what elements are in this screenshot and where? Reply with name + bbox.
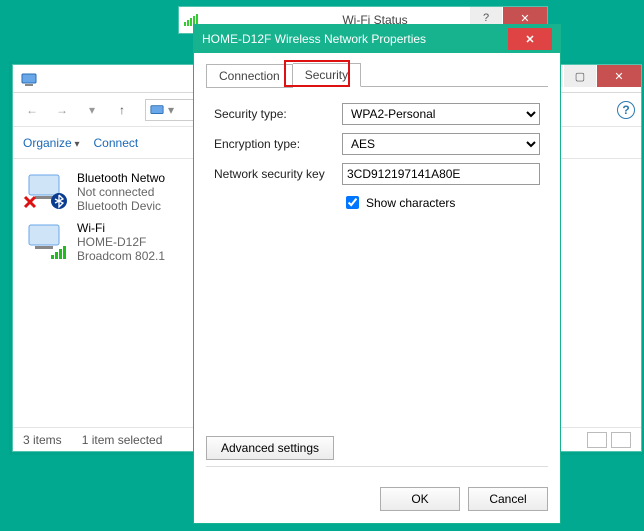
help-button[interactable]: ? — [617, 101, 635, 119]
item-status: Not connected — [77, 185, 165, 199]
advanced-settings-button[interactable]: Advanced settings — [206, 436, 334, 460]
explorer-maximize-button[interactable]: ▢ — [564, 65, 596, 87]
organize-menu[interactable]: Organize — [23, 136, 80, 150]
cancel-button[interactable]: Cancel — [468, 487, 548, 511]
up-button[interactable]: ↑ — [109, 98, 135, 122]
address-dropdown-icon[interactable]: ▾ — [168, 103, 174, 117]
list-item[interactable]: Wi-Fi HOME-D12F Broadcom 802.1 — [23, 217, 203, 267]
item-device: Broadcom 802.1 — [77, 249, 165, 263]
forward-button: → — [49, 98, 75, 122]
security-type-label: Security type: — [214, 107, 334, 121]
network-properties-dialog: HOME-D12F Wireless Network Properties ✕ … — [193, 24, 561, 524]
properties-title: HOME-D12F Wireless Network Properties — [202, 32, 426, 46]
list-item[interactable]: Bluetooth Netwo Not connected Bluetooth … — [23, 167, 203, 217]
view-details-button[interactable] — [587, 432, 607, 448]
back-button[interactable]: ← — [19, 98, 45, 122]
security-form: Security type: WPA2-Personal Encryption … — [206, 87, 548, 436]
item-device: Bluetooth Devic — [77, 199, 165, 213]
signal-bars-icon — [51, 245, 69, 259]
x-mark-icon — [23, 195, 37, 209]
network-icon — [150, 103, 164, 117]
recent-dropdown[interactable]: ▾ — [79, 98, 105, 122]
encryption-type-select[interactable]: AES — [342, 133, 540, 155]
view-tiles-button[interactable] — [611, 432, 631, 448]
wifi-adapter-icon — [25, 221, 69, 257]
properties-tabs: Connection Security — [206, 63, 548, 87]
tab-security[interactable]: Security — [293, 63, 361, 87]
network-key-label: Network security key — [214, 167, 334, 181]
security-type-select[interactable]: WPA2-Personal — [342, 103, 540, 125]
connect-button[interactable]: Connect — [94, 136, 139, 150]
bluetooth-adapter-icon — [25, 171, 69, 207]
ok-button[interactable]: OK — [380, 487, 460, 511]
network-key-input[interactable] — [342, 163, 540, 185]
dialog-button-row: OK Cancel — [206, 479, 548, 515]
encryption-type-label: Encryption type: — [214, 137, 334, 151]
tab-connection[interactable]: Connection — [206, 64, 293, 88]
network-folder-icon — [21, 71, 37, 87]
item-name: Bluetooth Netwo — [77, 171, 165, 185]
properties-titlebar[interactable]: HOME-D12F Wireless Network Properties ✕ — [194, 25, 560, 53]
explorer-close-button[interactable]: ✕ — [597, 65, 641, 87]
item-status: HOME-D12F — [77, 235, 165, 249]
show-characters-checkbox[interactable] — [346, 196, 359, 209]
properties-close-button[interactable]: ✕ — [508, 28, 552, 50]
item-count: 3 items — [23, 433, 62, 447]
bluetooth-icon — [51, 193, 67, 209]
item-name: Wi-Fi — [77, 221, 165, 235]
show-characters-label: Show characters — [366, 196, 455, 210]
selection-count: 1 item selected — [82, 433, 163, 447]
